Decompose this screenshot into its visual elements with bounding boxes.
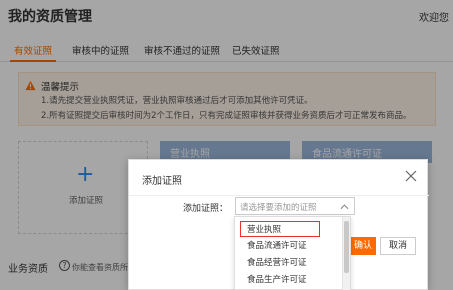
option-food-operation-license[interactable]: 食品经营许可证: [235, 255, 343, 271]
option-food-production-license[interactable]: 食品生产许可证: [235, 272, 343, 288]
chevron-up-icon: [340, 204, 349, 210]
close-icon[interactable]: [405, 170, 417, 182]
select-placeholder: 请选择要添加的证照: [240, 203, 317, 213]
certificate-dropdown: 营业执照 食品流通许可证 食品经营许可证 食品生产许可证: [234, 216, 351, 290]
certificate-field-label: 添加证照：: [183, 204, 229, 214]
dialog-header: 添加证照: [129, 160, 429, 196]
scrollbar-thumb[interactable]: [344, 221, 349, 273]
option-food-circulation-license[interactable]: 食品流通许可证: [235, 238, 343, 254]
certificate-select[interactable]: 请选择要添加的证照: [235, 197, 355, 215]
cancel-button[interactable]: 取消: [380, 237, 416, 255]
dialog-title: 添加证照: [142, 176, 182, 187]
option-business-license[interactable]: 营业执照: [240, 221, 320, 237]
dropdown-scrollbar[interactable]: [342, 217, 350, 290]
